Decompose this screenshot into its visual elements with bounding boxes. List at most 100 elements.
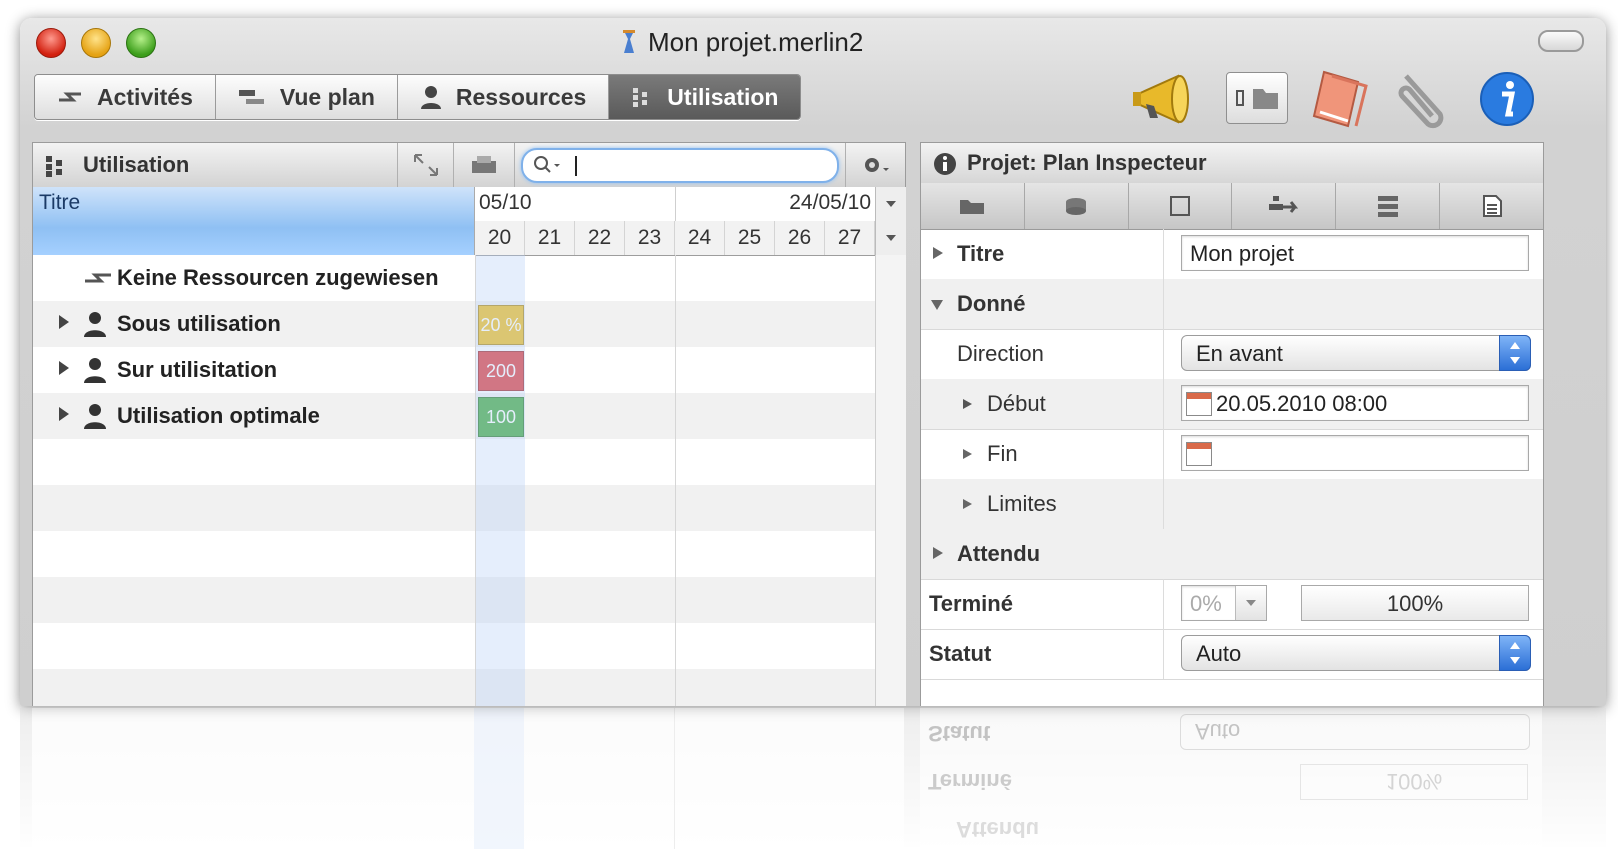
inspector-tab-notes[interactable] — [1440, 183, 1543, 229]
window-title-bar: Mon projet.merlin2 — [620, 26, 863, 58]
disclosure-triangle-icon[interactable] — [931, 300, 943, 310]
statut-label: Statut — [929, 641, 992, 666]
paperclip-icon[interactable] — [1392, 66, 1458, 132]
statut-select[interactable]: Auto — [1181, 635, 1531, 671]
inspector-row-direction: Direction En avant — [921, 329, 1543, 380]
view-toggle-button[interactable] — [1226, 72, 1288, 124]
row-label: Utilisation optimale — [117, 403, 320, 428]
utilisation-panel-header: Utilisation — [33, 143, 905, 188]
inspector-row-debut: Début 20.05.2010 08:00 — [921, 379, 1543, 430]
disclosure-triangle-icon[interactable] — [57, 359, 71, 377]
reflection-termine-button: 100% — [1300, 764, 1528, 800]
chevron-down-icon — [886, 235, 896, 241]
settings-button[interactable] — [845, 143, 906, 187]
activities-icon — [59, 92, 81, 102]
termine-100-button[interactable]: 100% — [1301, 585, 1529, 621]
empty-row — [33, 623, 875, 669]
day-label: 21 — [525, 221, 575, 255]
utilisation-icon — [633, 88, 648, 107]
expand-button[interactable] — [397, 143, 454, 187]
person-icon — [84, 404, 106, 429]
table-row[interactable]: Utilisation optimale 100 — [33, 393, 875, 439]
inspector-tab-bar — [921, 183, 1543, 230]
chevron-down-icon — [886, 201, 896, 207]
tab-label: Activités — [97, 83, 193, 110]
today-column-highlight — [475, 255, 525, 706]
direction-select[interactable]: En avant — [1181, 335, 1531, 371]
debut-field[interactable]: 20.05.2010 08:00 — [1181, 385, 1529, 421]
disclosure-triangle-icon[interactable] — [57, 405, 71, 423]
toolbar-toggle-button[interactable] — [1538, 30, 1584, 52]
inspector-row-statut: Statut Auto — [921, 629, 1543, 680]
disclosure-triangle-icon[interactable] — [963, 449, 972, 459]
reflection-statut-label: Statut — [928, 721, 991, 746]
titre-field[interactable]: Mon projet — [1181, 235, 1529, 271]
inspector-tab-resources[interactable] — [1025, 183, 1129, 229]
zoom-window-button[interactable] — [126, 28, 156, 58]
inspector-tab-list[interactable] — [1336, 183, 1441, 229]
notes-icon — [1482, 195, 1502, 217]
disclosure-triangle-icon[interactable] — [963, 499, 972, 509]
inspector-tab-folder[interactable] — [921, 183, 1025, 229]
info-circle-icon — [934, 153, 956, 175]
megaphone-icon[interactable] — [1132, 72, 1202, 126]
table-row[interactable]: Keine Ressourcen zugewiesen — [33, 255, 875, 301]
gear-icon — [865, 158, 889, 172]
search-input[interactable] — [521, 148, 839, 183]
tab-vue-plan[interactable]: Vue plan — [215, 75, 398, 119]
disclosure-triangle-icon[interactable] — [933, 547, 943, 559]
statut-value: Auto — [1196, 641, 1242, 666]
timeline-scroll-buttons[interactable] — [875, 187, 906, 255]
inspector-tab-page[interactable] — [1129, 183, 1233, 229]
column-header-titre[interactable]: Titre — [33, 187, 475, 255]
disclosure-triangle-icon[interactable] — [933, 247, 943, 259]
table-row[interactable]: Sous utilisation 20 % — [33, 301, 875, 347]
column-title-label: Titre — [39, 191, 81, 214]
row-label: Sous utilisation — [117, 311, 281, 336]
reflection-inspector: Auto Statut Terminé 100% Attendu — [920, 708, 1542, 849]
stepper-arrow[interactable] — [1235, 586, 1266, 620]
print-button[interactable] — [453, 143, 515, 187]
select-arrows-icon — [1499, 335, 1531, 371]
printer-icon — [472, 156, 496, 173]
termine-stepper[interactable]: 0% — [1181, 585, 1267, 621]
limites-label: Limites — [987, 491, 1057, 516]
vertical-scrollbar[interactable] — [875, 255, 906, 706]
notes-book-icon[interactable] — [1306, 66, 1378, 130]
calendar-icon[interactable] — [1186, 442, 1212, 466]
day-label: 23 — [625, 221, 675, 255]
disclosure-triangle-icon[interactable] — [57, 313, 71, 331]
coins-icon — [1066, 198, 1087, 215]
person-icon — [84, 312, 106, 337]
inspector-row-donne: Donné — [921, 279, 1543, 330]
date-header-row: 05/10 24/05/10 — [475, 187, 875, 222]
day-label: 24 — [675, 221, 725, 255]
inspector-row-fin: Fin — [921, 429, 1543, 480]
tab-utilisation[interactable]: Utilisation — [609, 75, 801, 119]
dependency-arrow-icon — [1268, 196, 1299, 213]
donne-label: Donné — [957, 291, 1026, 316]
close-window-button[interactable] — [36, 28, 66, 58]
inspector-header: Projet: Plan Inspecteur — [921, 143, 1543, 184]
calendar-icon[interactable] — [1186, 392, 1212, 416]
table-row[interactable]: Sur utilisitation 200 — [33, 347, 875, 393]
debut-value: 20.05.2010 08:00 — [1216, 391, 1388, 416]
text-cursor — [575, 156, 577, 176]
tab-ressources[interactable]: Ressources — [397, 75, 610, 119]
list-icon — [1377, 196, 1398, 217]
inspector-tab-dependencies[interactable] — [1232, 183, 1337, 229]
fin-field[interactable] — [1181, 435, 1529, 471]
chevron-down-icon — [1246, 600, 1256, 606]
tab-activites[interactable]: Activités — [35, 75, 216, 119]
info-icon[interactable] — [1478, 70, 1536, 128]
app-window: Mon projet.merlin2 Activités Vue plan Re… — [20, 18, 1606, 706]
inspector-row-termine: Terminé 0% 100% — [921, 579, 1543, 630]
disclosure-triangle-icon[interactable] — [963, 399, 972, 409]
document-icon — [623, 30, 635, 53]
minimize-window-button[interactable] — [81, 28, 111, 58]
empty-row — [33, 577, 875, 623]
direction-label: Direction — [957, 341, 1044, 366]
empty-row — [33, 669, 875, 706]
select-arrows-icon — [1499, 635, 1531, 671]
empty-row — [33, 485, 875, 531]
